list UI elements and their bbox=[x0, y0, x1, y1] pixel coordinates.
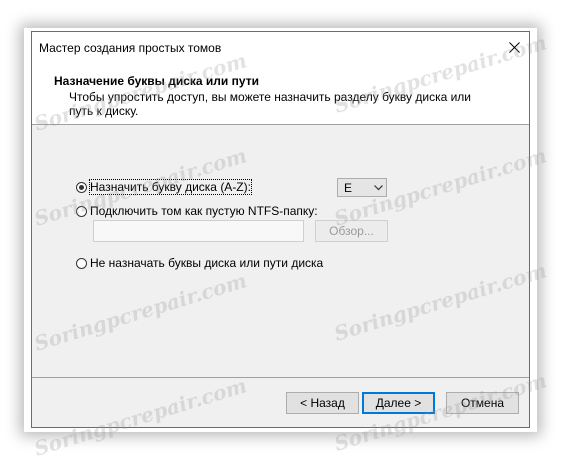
assign-letter-option[interactable]: Назначить букву диска (A-Z): bbox=[76, 179, 252, 195]
mount-folder-label: Подключить том как пустую NTFS-папку: bbox=[90, 204, 318, 218]
back-button[interactable]: < Назад bbox=[286, 392, 359, 414]
folder-path-input[interactable] bbox=[93, 220, 304, 242]
window-title: Мастер создания простых томов bbox=[39, 41, 222, 55]
assign-letter-label: Назначить букву диска (A-Z): bbox=[89, 179, 252, 195]
assign-letter-radio[interactable] bbox=[76, 181, 87, 193]
page-description: Чтобы упростить доступ, вы можете назнач… bbox=[69, 90, 472, 118]
close-button[interactable] bbox=[499, 32, 529, 62]
wizard-window: Мастер создания простых томов Назначение… bbox=[31, 31, 530, 428]
drive-letter-value: E bbox=[344, 180, 353, 195]
mount-folder-option[interactable]: Подключить том как пустую NTFS-папку: bbox=[76, 204, 318, 218]
page-title: Назначение буквы диска или пути bbox=[54, 74, 259, 88]
drive-letter-select[interactable]: E bbox=[337, 178, 387, 197]
chevron-down-icon bbox=[370, 184, 386, 191]
title-bar[interactable]: Мастер создания простых томов bbox=[32, 32, 529, 62]
close-icon bbox=[508, 41, 520, 53]
footer-divider bbox=[32, 377, 529, 378]
next-button[interactable]: Далее > bbox=[362, 392, 435, 414]
browse-button[interactable]: Обзор... bbox=[315, 220, 388, 242]
mount-folder-radio[interactable] bbox=[76, 205, 87, 217]
no-assign-label: Не назначать буквы диска или пути диска bbox=[90, 256, 324, 270]
no-assign-radio[interactable] bbox=[76, 257, 87, 269]
no-assign-option[interactable]: Не назначать буквы диска или пути диска bbox=[76, 256, 323, 270]
cancel-button[interactable]: Отмена bbox=[446, 392, 519, 414]
wizard-header: Назначение буквы диска или пути Чтобы уп… bbox=[32, 62, 529, 125]
